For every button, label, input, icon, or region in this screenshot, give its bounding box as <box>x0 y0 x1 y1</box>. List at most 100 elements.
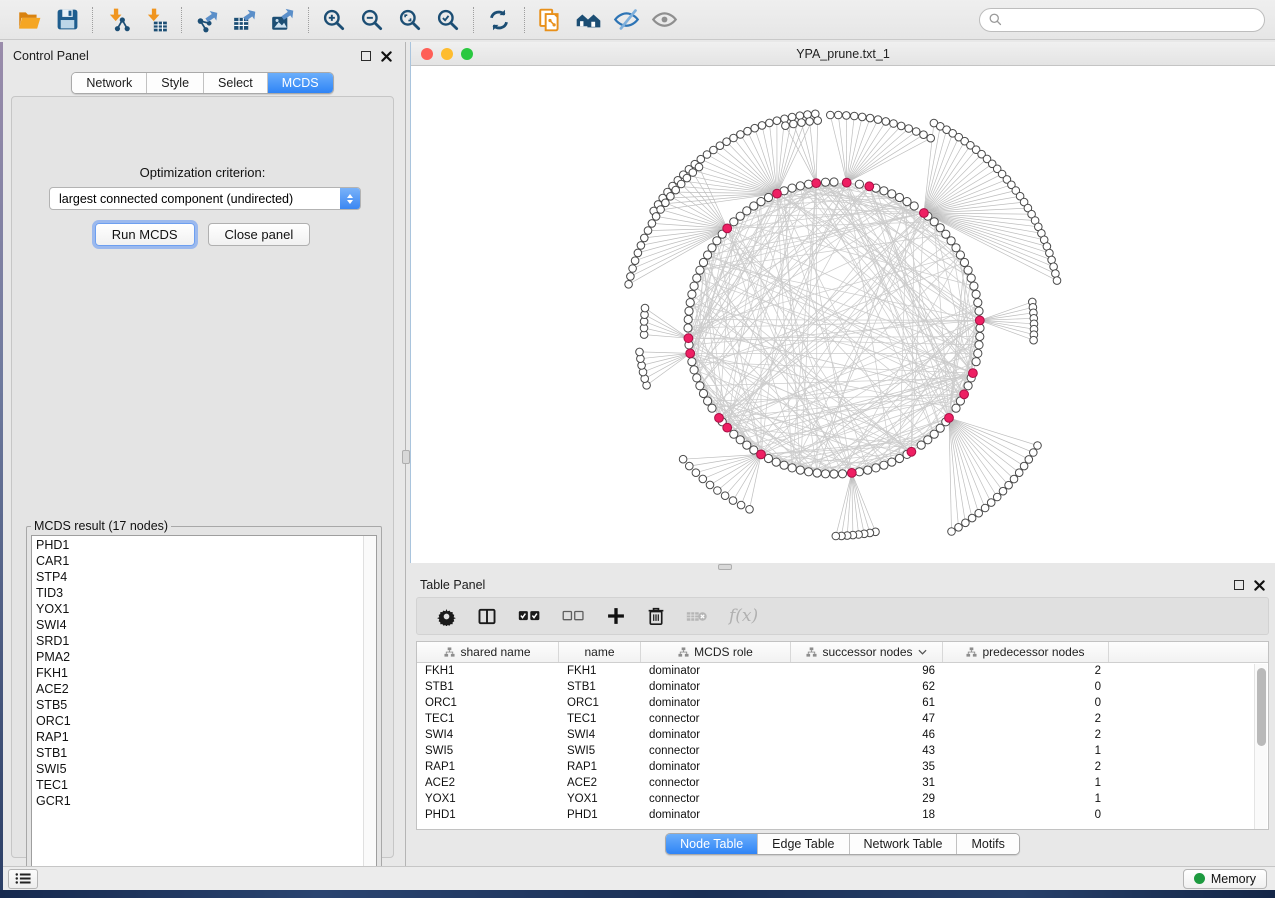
table-row[interactable]: SWI5SWI5connector431 <box>417 743 1268 759</box>
mcds-result-item[interactable]: SWI5 <box>36 761 363 777</box>
table-cell: 43 <box>791 743 943 759</box>
save-session-button[interactable] <box>48 4 86 36</box>
list-icon <box>15 872 31 885</box>
zoom-out-button[interactable] <box>353 4 391 36</box>
show-columns-icon[interactable] <box>477 607 497 626</box>
zoom-fit-button[interactable] <box>391 4 429 36</box>
mcds-result-item[interactable]: PHD1 <box>36 537 363 553</box>
zoom-in-button[interactable] <box>315 4 353 36</box>
delete-column-icon[interactable] <box>647 606 665 626</box>
run-mcds-button[interactable]: Run MCDS <box>95 223 195 246</box>
table-cell: 31 <box>791 775 943 791</box>
tab-node-table[interactable]: Node Table <box>666 834 758 854</box>
select-all-columns-icon[interactable] <box>518 609 541 623</box>
hide-selected-button[interactable] <box>607 4 645 36</box>
criterion-dropdown[interactable]: largest connected component (undirected) <box>49 187 361 210</box>
mcds-tab-content: Optimization criterion: largest connecte… <box>11 96 394 858</box>
tab-select[interactable]: Select <box>204 73 268 93</box>
vertical-divider-grip[interactable] <box>402 450 410 464</box>
unselect-all-columns-icon[interactable] <box>562 609 585 623</box>
table-options-gear-icon[interactable] <box>437 607 456 626</box>
zoom-selected-button[interactable] <box>429 4 467 36</box>
mcds-result-item[interactable]: YOX1 <box>36 601 363 617</box>
column-header-name[interactable]: name <box>559 642 641 662</box>
network-titlebar[interactable]: YPA_prune.txt_1 <box>411 42 1275 66</box>
clone-network-button[interactable] <box>531 4 569 36</box>
close-panel-button[interactable]: Close panel <box>208 223 311 246</box>
column-header-successor-nodes[interactable]: successor nodes <box>791 642 943 662</box>
create-column-icon[interactable] <box>606 606 626 626</box>
network-graph-canvas[interactable] <box>411 66 1275 562</box>
search-input[interactable] <box>1003 13 1256 27</box>
column-header-predecessor-nodes[interactable]: predecessor nodes <box>943 642 1109 662</box>
network-overview-button[interactable] <box>569 4 607 36</box>
namespace-icon <box>678 647 689 658</box>
table-row[interactable]: PHD1PHD1dominator180 <box>417 807 1268 823</box>
table-cell: connector <box>641 791 791 807</box>
mcds-result-item[interactable]: FKH1 <box>36 665 363 681</box>
tab-mcds[interactable]: MCDS <box>268 73 333 93</box>
tab-edge-table[interactable]: Edge Table <box>758 834 849 854</box>
table-cell: SWI5 <box>417 743 559 759</box>
table-row[interactable]: ORC1ORC1dominator610 <box>417 695 1268 711</box>
mcds-result-item[interactable]: ACE2 <box>36 681 363 697</box>
tab-motifs[interactable]: Motifs <box>957 834 1018 854</box>
table-row[interactable]: SWI4SWI4dominator462 <box>417 727 1268 743</box>
table-row[interactable]: YOX1YOX1connector291 <box>417 791 1268 807</box>
mcds-result-item[interactable]: STB1 <box>36 745 363 761</box>
float-panel-icon[interactable] <box>1234 580 1244 590</box>
refresh-view-button[interactable] <box>480 4 518 36</box>
tab-network-table[interactable]: Network Table <box>850 834 958 854</box>
mcds-result-item[interactable]: STB5 <box>36 697 363 713</box>
mcds-result-item[interactable]: ORC1 <box>36 713 363 729</box>
task-history-button[interactable] <box>8 869 38 889</box>
column-header-shared-name[interactable]: shared name <box>417 642 559 662</box>
mcds-list-scrollbar[interactable] <box>363 536 376 884</box>
mcds-result-item[interactable]: TID3 <box>36 585 363 601</box>
show-all-button[interactable] <box>645 4 683 36</box>
zoom-in-icon <box>321 7 347 33</box>
import-table-button[interactable] <box>137 4 175 36</box>
export-network-button[interactable] <box>188 4 226 36</box>
horizontal-divider-grip[interactable] <box>718 564 732 570</box>
table-cell: ORC1 <box>559 695 641 711</box>
mcds-result-item[interactable]: SRD1 <box>36 633 363 649</box>
open-file-button[interactable] <box>10 4 48 36</box>
mcds-result-item[interactable]: CAR1 <box>36 553 363 569</box>
mcds-result-item[interactable]: PMA2 <box>36 649 363 665</box>
table-panel-title: Table Panel <box>420 578 485 592</box>
mcds-result-item[interactable]: RAP1 <box>36 729 363 745</box>
table-row[interactable]: STB1STB1dominator620 <box>417 679 1268 695</box>
table-scrollbar-track[interactable] <box>1254 664 1267 829</box>
search-input-wrap[interactable] <box>979 8 1265 32</box>
export-table-button[interactable] <box>226 4 264 36</box>
control-panel-tabbar: NetworkStyleSelectMCDS <box>3 72 402 94</box>
memory-status-button[interactable]: Memory <box>1183 869 1267 889</box>
zoom-out-icon <box>359 7 385 33</box>
mcds-result-listbox: PHD1CAR1STP4TID3YOX1SWI4SRD1PMA2FKH1ACE2… <box>31 535 377 885</box>
float-panel-icon[interactable] <box>361 51 371 61</box>
table-row[interactable]: RAP1RAP1dominator352 <box>417 759 1268 775</box>
table-row[interactable]: FKH1FKH1dominator962 <box>417 663 1268 679</box>
mcds-result-item[interactable]: SWI4 <box>36 617 363 633</box>
mcds-result-item[interactable]: GCR1 <box>36 793 363 809</box>
close-panel-icon[interactable] <box>381 51 392 62</box>
export-image-icon <box>270 7 296 33</box>
tab-style[interactable]: Style <box>147 73 204 93</box>
mcds-result-item[interactable]: TEC1 <box>36 777 363 793</box>
vertical-split-divider[interactable] <box>402 42 410 866</box>
table-cell: FKH1 <box>417 663 559 679</box>
table-scrollbar-thumb[interactable] <box>1257 668 1266 746</box>
horizontal-split-divider[interactable] <box>410 563 1275 571</box>
tab-network[interactable]: Network <box>72 73 147 93</box>
table-row[interactable]: TEC1TEC1connector472 <box>417 711 1268 727</box>
close-panel-icon[interactable] <box>1254 580 1265 591</box>
export-image-button[interactable] <box>264 4 302 36</box>
import-network-button[interactable] <box>99 4 137 36</box>
mcds-result-item[interactable]: STP4 <box>36 569 363 585</box>
refresh-icon <box>486 7 512 33</box>
column-header-MCDS-role[interactable]: MCDS role <box>641 642 791 662</box>
table-row[interactable]: ACE2ACE2connector311 <box>417 775 1268 791</box>
table-cell: connector <box>641 775 791 791</box>
network-title: YPA_prune.txt_1 <box>411 47 1275 61</box>
